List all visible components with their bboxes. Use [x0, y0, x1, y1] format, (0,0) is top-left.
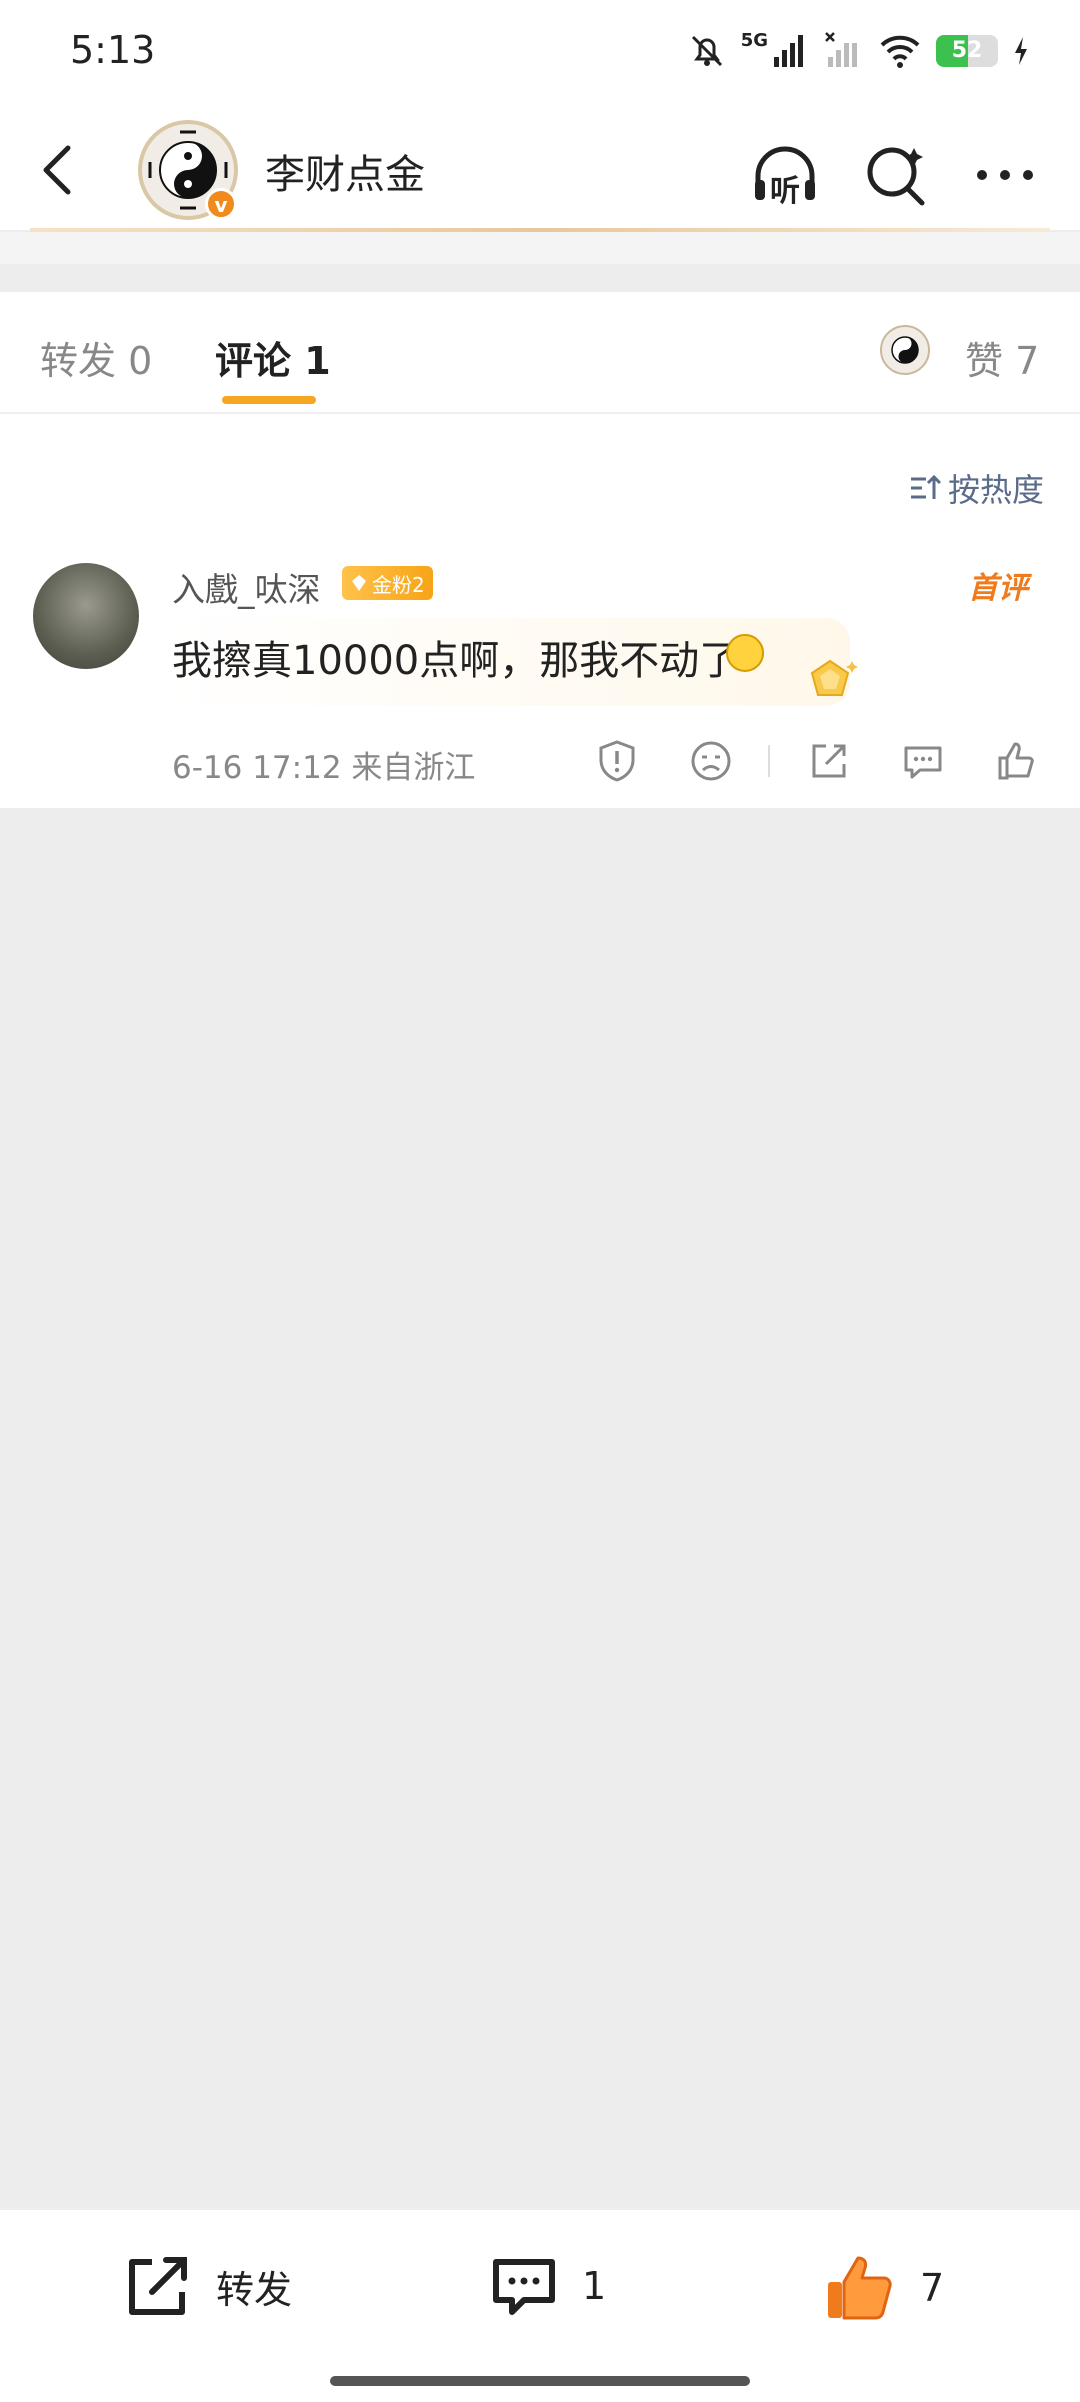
- back-arrow-icon[interactable]: [30, 140, 90, 200]
- comment-count: 1: [582, 2264, 607, 2308]
- repost-label: 转发: [216, 2267, 293, 2312]
- battery-level: 52: [951, 38, 983, 63]
- status-icons: 5G 52: [687, 26, 1030, 76]
- verified-badge-icon: v: [205, 188, 237, 220]
- comment-text: 我擦真10000点啊，那我不动了: [172, 638, 740, 684]
- sort-toggle[interactable]: 按热度: [908, 465, 1044, 511]
- network-label: 5G: [740, 29, 768, 51]
- signal-off-icon: [825, 32, 857, 67]
- active-tab-indicator: [222, 396, 316, 404]
- diamond-icon: [352, 575, 366, 591]
- fan-badge-label: 金粉2: [372, 572, 425, 597]
- comment-button[interactable]: 1: [488, 2250, 606, 2322]
- commenter-name[interactable]: 入戲_呔深: [172, 563, 321, 611]
- sort-label: 按热度: [947, 471, 1044, 509]
- laugh-cry-emoji-icon: [726, 634, 764, 672]
- yin-yang-icon: [891, 336, 919, 364]
- commenter-avatar[interactable]: [33, 563, 139, 669]
- repost-icon: [129, 2257, 187, 2315]
- tab-comment[interactable]: 评论 1: [215, 330, 331, 385]
- listen-button[interactable]: 听: [750, 140, 820, 210]
- home-indicator: [330, 2376, 750, 2386]
- status-time: 5:13: [70, 28, 156, 72]
- reply-comment-icon[interactable]: [900, 738, 946, 784]
- page-title: 李财点金: [265, 152, 425, 198]
- action-separator: [768, 745, 770, 777]
- comment-meta: 6-16 17:12 来自浙江: [172, 750, 476, 786]
- mute-bell-icon: [691, 35, 722, 67]
- gem-decoration-icon: [810, 659, 858, 696]
- like-comment-icon[interactable]: [994, 738, 1040, 784]
- search-icon[interactable]: [862, 140, 932, 210]
- tab-repost[interactable]: 转发 0: [40, 330, 152, 385]
- charging-icon: [1015, 37, 1027, 65]
- sort-icon: [910, 474, 942, 499]
- more-options-icon[interactable]: [970, 140, 1040, 210]
- listen-label: 听: [770, 174, 800, 209]
- signal-icon: [774, 35, 803, 67]
- comment-icon: [493, 2259, 555, 2315]
- first-comment-badge: 首评: [968, 571, 1028, 606]
- wifi-icon: [880, 35, 920, 68]
- liker-avatar[interactable]: [880, 325, 930, 375]
- like-button[interactable]: 7: [822, 2250, 944, 2326]
- repost-button[interactable]: 转发: [122, 2250, 292, 2322]
- tab-likes[interactable]: 赞 7: [965, 330, 1039, 385]
- like-count: 7: [920, 2266, 945, 2310]
- fan-level-badge: 金粉2: [342, 566, 433, 600]
- dislike-face-icon[interactable]: [688, 738, 734, 784]
- section-gap: [0, 232, 1080, 264]
- battery-indicator: 52: [936, 35, 998, 67]
- share-comment-icon[interactable]: [806, 738, 852, 784]
- report-icon[interactable]: [594, 738, 640, 784]
- thumbs-up-icon: [828, 2256, 892, 2320]
